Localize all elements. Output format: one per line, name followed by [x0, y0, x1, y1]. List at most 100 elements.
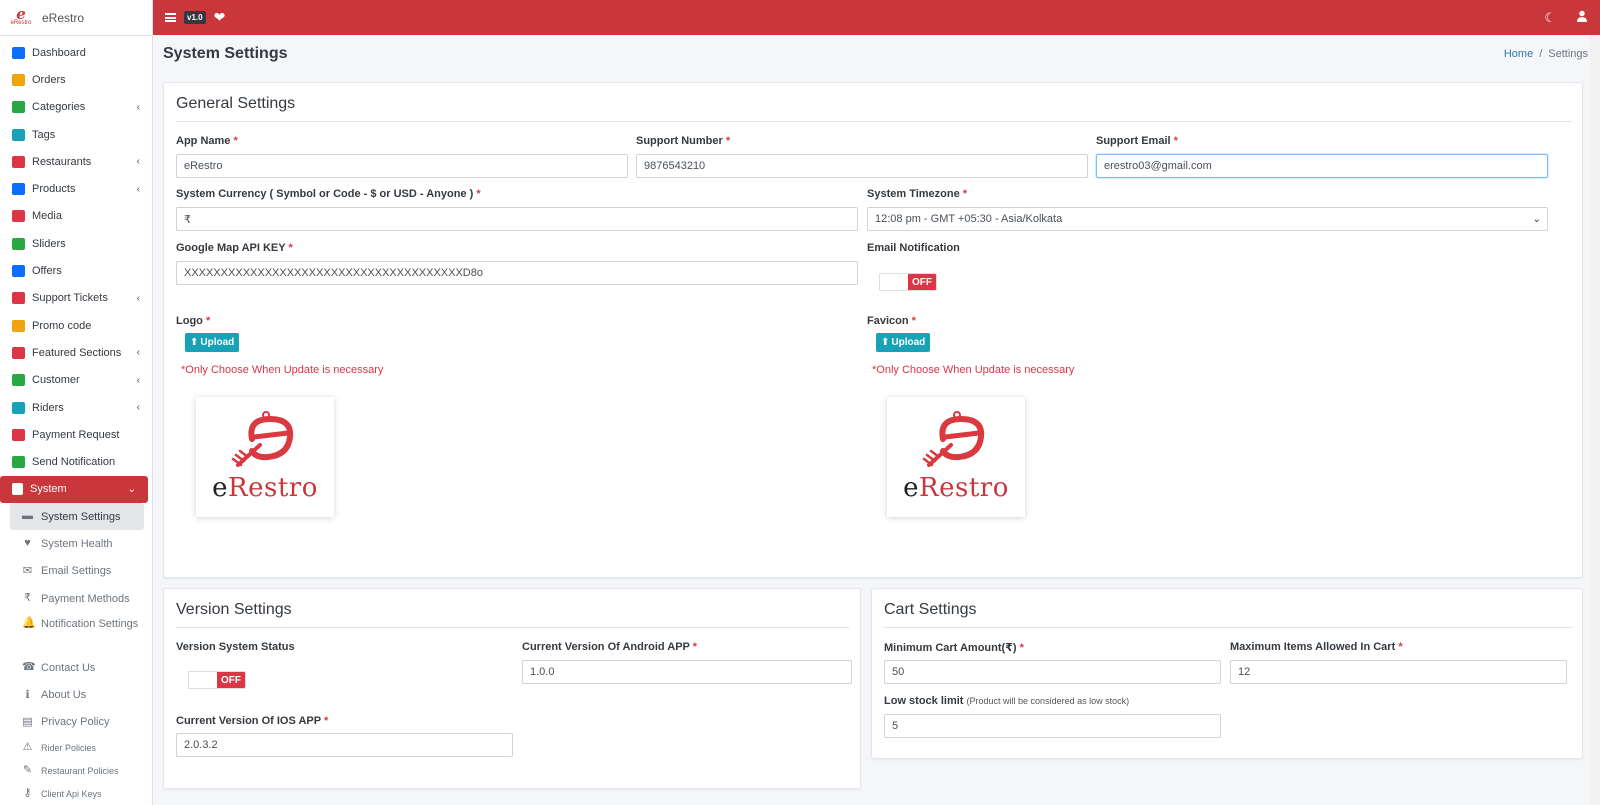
sidebar-subitem-contact-us[interactable]: ☎ Contact Us [0, 654, 152, 681]
heartbeat-icon: ♥ [24, 537, 31, 550]
money-icon [12, 428, 25, 441]
breadcrumb-home[interactable]: Home [1504, 48, 1533, 60]
sidebar-item-label: Riders [32, 401, 64, 414]
sidebar-item-label: Featured Sections [32, 346, 122, 359]
android-version-input[interactable]: 1.0.0 [522, 660, 852, 684]
sidebar-item-riders[interactable]: Riders ‹ [0, 394, 152, 421]
support-email-label: Support Email * [1096, 135, 1178, 147]
sidebar-item-media[interactable]: Media [0, 203, 152, 230]
sidebar-item-label: Products [32, 183, 76, 196]
bell-icon: 🔔 [22, 617, 36, 630]
settings-icon: ▬ [22, 510, 33, 523]
heartbeat-icon[interactable]: ❤ [214, 9, 226, 26]
sidebar-nav: Dashboard Orders Categories ‹ Tags Restaurant… [0, 36, 152, 805]
map-key-input[interactable]: XXXXXXXXXXXXXXXXXXXXXXXXXXXXXXXXXXXXXXD8… [176, 261, 858, 285]
max-items-input[interactable]: 12 [1230, 660, 1567, 684]
sidebar-item-label: Sliders [32, 237, 66, 250]
erestro-logo-icon [231, 411, 294, 467]
breadcrumb-current: Settings [1548, 48, 1588, 60]
sidebar-item-label: Restaurants [32, 155, 92, 168]
breadcrumb: Home / Settings [1504, 48, 1588, 60]
chevron-down-icon: ⌄ [127, 483, 136, 495]
sidebar-subitem-about-us[interactable]: ℹ About Us [0, 682, 152, 709]
sidebar-subitem-payment-methods[interactable]: ₹ Payment Methods [0, 585, 152, 612]
favicon-preview: eRestro [887, 397, 1025, 517]
version-status-toggle[interactable]: OFF [188, 671, 246, 689]
favicon-upload-button[interactable]: ⬆ Upload [876, 333, 931, 352]
logo-label: Logo * [176, 315, 211, 327]
currency-input[interactable]: ₹ [176, 207, 858, 231]
brand[interactable]: e eRestro eRestro [0, 0, 152, 36]
sidebar-subitem-client-api-keys[interactable]: ⚷ Client Api Keys [0, 782, 152, 805]
chevron-left-icon: ‹ [136, 292, 140, 304]
page-scrollbar[interactable] [1590, 35, 1600, 805]
sidebar-subitem-label: Privacy Policy [41, 716, 110, 729]
chevron-down-icon: ⌄ [1532, 214, 1541, 225]
ios-version-input[interactable]: 2.0.3.2 [176, 733, 513, 757]
media-icon [12, 210, 25, 223]
timezone-label: System Timezone * [867, 188, 968, 200]
sidebar-item-orders[interactable]: Orders [0, 66, 152, 93]
timezone-select[interactable]: 12:08 pm - GMT +05:30 - Asia/Kolkata ⌄ [867, 207, 1548, 231]
user-icon [12, 374, 25, 387]
rupee-icon: ₹ [24, 592, 31, 605]
sidebar-subitem-privacy-policy[interactable]: ▤ Privacy Policy [0, 709, 152, 736]
chevron-left-icon: ‹ [136, 402, 140, 413]
support-email-input[interactable]: erestro03@gmail.com [1096, 154, 1548, 178]
hamburger-icon[interactable] [165, 13, 176, 22]
privacy-icon: ▤ [22, 715, 33, 728]
sidebar-item-promo-code[interactable]: Promo code [0, 312, 152, 339]
sidebar-item-label: Categories [32, 101, 86, 114]
sidebar-item-label: Offers [32, 265, 62, 278]
sidebar-item-featured-sections[interactable]: Featured Sections ‹ [0, 339, 152, 366]
chevron-left-icon: ‹ [136, 347, 140, 359]
phone-icon: ☎ [22, 661, 36, 674]
sidebar-subitem-notification-settings[interactable]: 🔔 Notification Settings [0, 612, 152, 654]
toggle-state: OFF [217, 672, 245, 688]
sidebar-subitem-email-settings[interactable]: ✉ Email Settings [0, 558, 152, 585]
support-number-label: Support Number * [636, 135, 731, 147]
sidebar-subitem-rider-policies[interactable]: ⚠ Rider Policies [0, 736, 152, 759]
sidebar-item-dashboard[interactable]: Dashboard [0, 39, 152, 66]
info-icon: ℹ [25, 688, 30, 701]
upload-icon: ⬆ [881, 337, 890, 348]
sidebar-item-support-tickets[interactable]: Support Tickets ‹ [0, 285, 152, 312]
sidebar-item-products[interactable]: Products ‹ [0, 175, 152, 202]
support-number-input[interactable]: 9876543210 [636, 154, 1088, 178]
sidebar-subitem-system-health[interactable]: ♥ System Health [0, 530, 152, 557]
sidebar-item-label: Media [32, 210, 62, 223]
sidebar-subitem-label: Payment Methods [41, 592, 130, 605]
moon-icon[interactable]: ☾ [1544, 10, 1556, 26]
favicon-label: Favicon * [867, 315, 916, 327]
sidebar-item-send-notification[interactable]: Send Notification [0, 448, 152, 475]
sidebar-item-payment-request[interactable]: Payment Request [0, 421, 152, 448]
sidebar-subitem-system-settings[interactable]: ▬ System Settings [10, 503, 144, 531]
sidebar-item-offers[interactable]: Offers [0, 257, 152, 284]
user-icon[interactable] [1576, 10, 1588, 25]
sidebar-item-customer[interactable]: Customer ‹ [0, 367, 152, 394]
email-notification-toggle[interactable]: OFF [879, 273, 937, 291]
toggle-state: OFF [908, 274, 936, 290]
puzzle-icon [12, 319, 25, 332]
tag-icon [12, 128, 25, 141]
sidebar-item-categories[interactable]: Categories ‹ [0, 94, 152, 121]
low-stock-label: Low stock limit (Product will be conside… [884, 695, 1130, 707]
logo-upload-button[interactable]: ⬆ Upload [185, 333, 240, 352]
app-name-input[interactable]: eRestro [176, 154, 628, 178]
sidebar-item-system[interactable]: System ⌄ [0, 475, 148, 504]
sidebar-item-tags[interactable]: Tags [0, 121, 152, 148]
favicon-warning: *Only Choose When Update is necessary [872, 364, 1075, 376]
sidebar-subitem-label: Contact Us [41, 661, 96, 674]
upload-icon: ⬆ [190, 337, 199, 348]
version-badge: v1.0 [184, 11, 206, 24]
sidebar-item-restaurants[interactable]: Restaurants ‹ [0, 148, 152, 175]
sidebar-subitem-restaurant-policies[interactable]: ✎ Restaurant Policies [0, 759, 152, 782]
dashboard-icon [12, 46, 25, 59]
min-cart-amount-input[interactable]: 50 [884, 660, 1221, 684]
low-stock-input[interactable]: 5 [884, 714, 1221, 738]
paper-plane-icon [12, 456, 25, 469]
brand-logo: e eRestro [10, 5, 32, 27]
erestro-logo-icon [922, 411, 985, 467]
chevron-left-icon: ‹ [136, 156, 140, 168]
sidebar-item-sliders[interactable]: Sliders [0, 230, 152, 257]
